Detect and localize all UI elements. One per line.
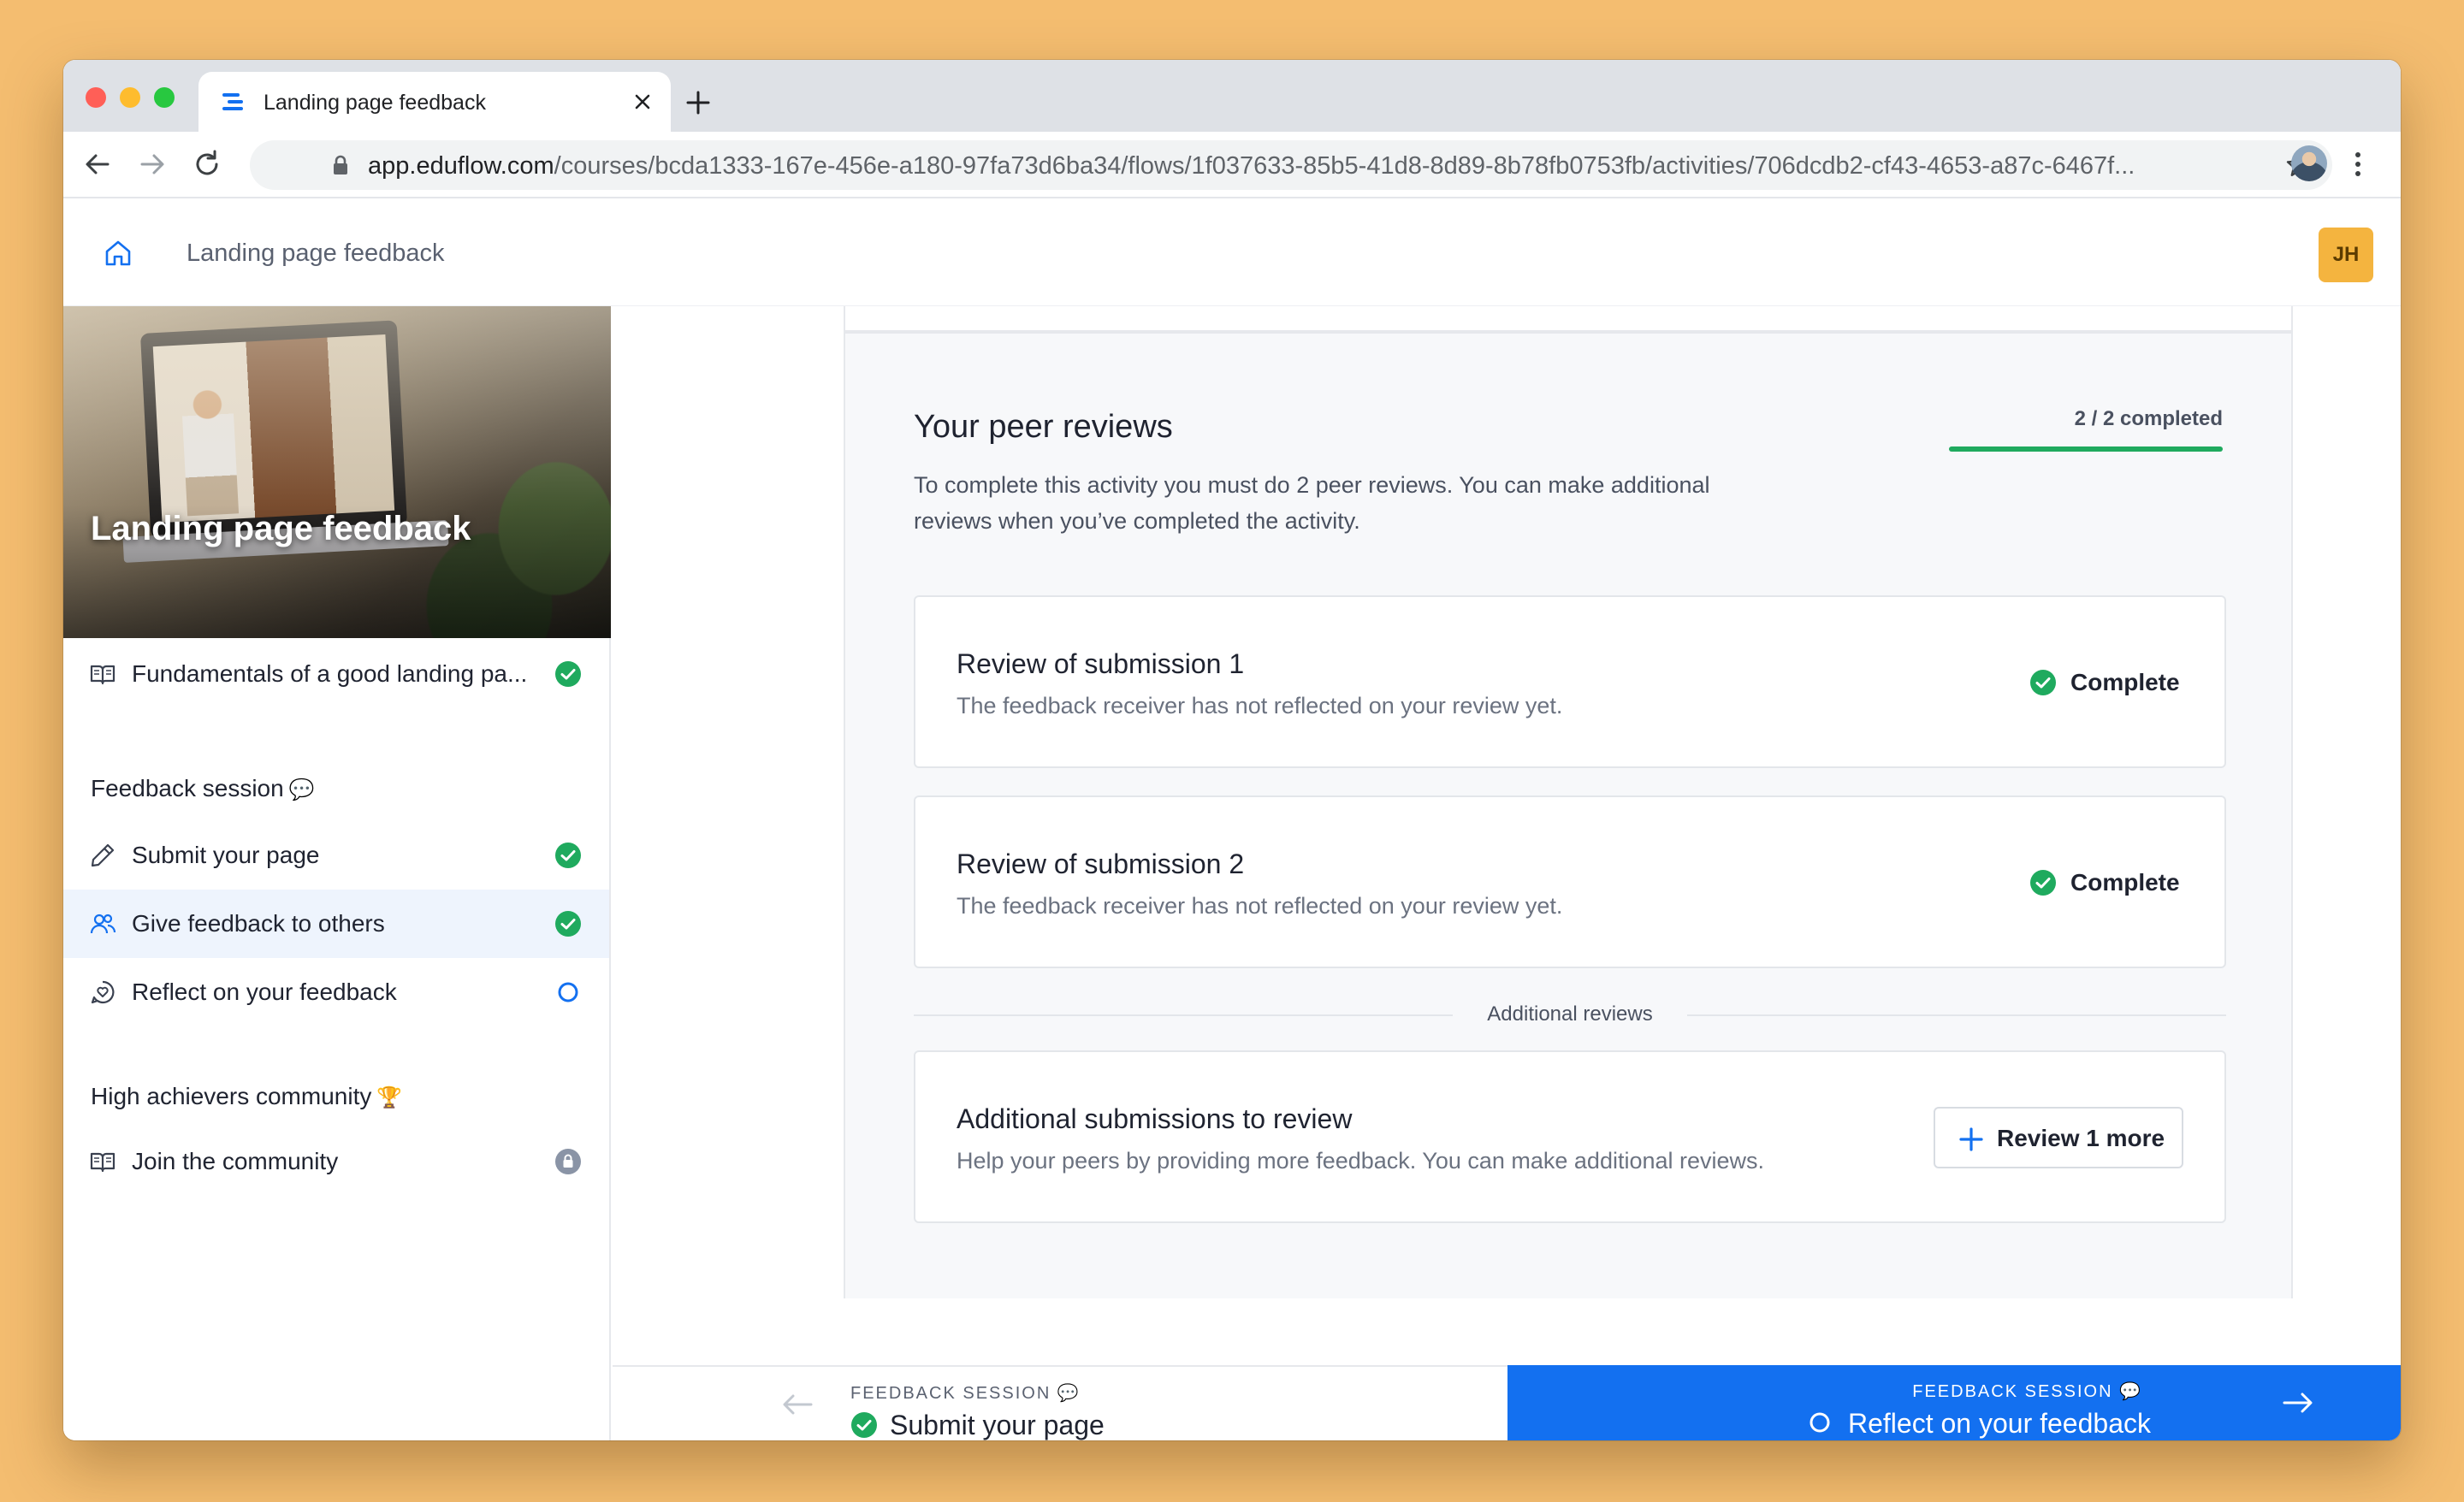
sidebar-item-submit-your-page[interactable]: Submit your page xyxy=(63,821,609,890)
sidebar-item-join-community[interactable]: Join the community xyxy=(63,1127,609,1196)
lock-icon xyxy=(334,155,347,174)
new-tab-icon[interactable] xyxy=(683,87,714,118)
plus-icon xyxy=(1959,1127,1983,1151)
previous-activity-label: Submit your page xyxy=(890,1410,1105,1440)
arrow-left-icon xyxy=(783,1394,813,1415)
breadcrumb-course-title[interactable]: Landing page feedback xyxy=(187,239,445,268)
additional-subtitle: Help your peers by providing more feedba… xyxy=(957,1148,1765,1174)
sidebar-item-reflect[interactable]: Reflect on your feedback xyxy=(63,958,609,1026)
page-title: Your peer reviews xyxy=(914,409,1173,445)
next-activity-link[interactable]: FEEDBACK SESSION 💬 Reflect on your feedb… xyxy=(1507,1365,2401,1440)
book-icon xyxy=(90,665,116,685)
next-kicker: FEEDBACK SESSION 💬 xyxy=(1912,1382,2142,1401)
close-window-button[interactable] xyxy=(86,87,106,108)
previous-kicker: FEEDBACK SESSION 💬 xyxy=(850,1384,1081,1403)
check-circle-icon xyxy=(2030,670,2056,695)
close-tab-icon[interactable] xyxy=(630,89,655,115)
browser-toolbar: app.eduflow.com/courses/bcda1333-167e-45… xyxy=(63,132,2401,198)
sidebar-item-label: Give feedback to others xyxy=(132,910,385,937)
review-subtitle: The feedback receiver has not reflected … xyxy=(957,893,1563,919)
sidebar-item-fundamentals[interactable]: Fundamentals of a good landing pa... xyxy=(63,640,609,708)
empty-circle-icon xyxy=(558,982,578,1002)
zoom-window-button[interactable] xyxy=(154,87,175,108)
tab-title: Landing page feedback xyxy=(264,91,486,115)
forward-arrow-icon[interactable] xyxy=(135,147,169,181)
eduflow-logo-icon xyxy=(222,93,243,110)
previous-activity-link[interactable]: FEEDBACK SESSION 💬 Submit your page xyxy=(613,1365,1507,1440)
back-arrow-icon[interactable] xyxy=(80,147,115,181)
review-title: Review of submission 2 xyxy=(957,849,1245,879)
check-circle-icon xyxy=(555,661,581,687)
review-card-2[interactable]: Review of submission 2 The feedback rece… xyxy=(914,795,2226,968)
review-subtitle: The feedback receiver has not reflected … xyxy=(957,693,1563,718)
check-circle-icon xyxy=(555,843,581,868)
book-icon xyxy=(90,1152,116,1173)
peer-reviews-panel: Your peer reviews To complete this activ… xyxy=(844,332,2293,1298)
trophy-icon: 🏆 xyxy=(376,1086,403,1109)
speech-bubble-icon: 💬 xyxy=(288,778,315,801)
progress-bar xyxy=(1949,446,2223,452)
sidebar-item-label: Submit your page xyxy=(132,842,320,868)
activity-description: To complete this activity you must do 2 … xyxy=(914,472,1710,534)
url-text: app.eduflow.com/courses/bcda1333-167e-45… xyxy=(368,152,2135,180)
next-activity-label: Reflect on your feedback xyxy=(1848,1408,2151,1439)
hero-title: Landing page feedback xyxy=(91,510,471,547)
check-circle-icon xyxy=(2030,870,2056,896)
tab-strip: Landing page feedback xyxy=(63,60,2401,132)
status-badge: Complete xyxy=(2029,667,2183,698)
address-bar[interactable]: app.eduflow.com/courses/bcda1333-167e-45… xyxy=(250,140,2332,190)
status-badge: Complete xyxy=(2029,867,2183,898)
sidebar-item-label: Reflect on your feedback xyxy=(132,979,397,1005)
check-circle-icon xyxy=(851,1412,877,1438)
speech-bubble-icon: 💬 xyxy=(2119,1382,2142,1401)
profile-avatar[interactable] xyxy=(2291,145,2327,181)
sidebar: Landing page feedback Fundamentals of a … xyxy=(63,306,611,1440)
chat-heart-icon xyxy=(91,980,115,1004)
divider-label: Additional reviews xyxy=(1461,1002,1679,1026)
lock-icon xyxy=(555,1149,581,1174)
sidebar-item-label: Fundamentals of a good landing pa... xyxy=(132,660,528,687)
browser-window: Landing page feedback app.eduflow.com/co… xyxy=(63,60,2401,1440)
progress-label: 2 / 2 completed xyxy=(2074,407,2223,430)
browser-tab[interactable]: Landing page feedback xyxy=(198,72,671,132)
check-circle-icon xyxy=(555,911,581,937)
speech-bubble-icon: 💬 xyxy=(1057,1384,1081,1403)
sidebar-item-give-feedback[interactable]: Give feedback to others xyxy=(63,890,609,958)
empty-circle-icon xyxy=(1810,1412,1830,1433)
course-hero-image: Landing page feedback xyxy=(63,306,611,638)
browser-menu-icon[interactable] xyxy=(2348,147,2368,181)
additional-title: Additional submissions to review xyxy=(957,1103,1353,1134)
app-header: Landing page feedback JH xyxy=(63,198,2401,306)
arrow-right-icon xyxy=(2283,1393,2313,1413)
minimize-window-button[interactable] xyxy=(120,87,140,108)
additional-reviews-divider: Additional reviews xyxy=(914,997,2226,1032)
pencil-icon xyxy=(91,843,115,867)
main-content: Your peer reviews To complete this activ… xyxy=(613,306,2401,1365)
additional-submissions-card: Additional submissions to review Help yo… xyxy=(914,1050,2226,1223)
users-icon xyxy=(90,914,116,934)
sidebar-item-label: Join the community xyxy=(132,1148,339,1174)
section-title-feedback-session: Feedback session 💬 xyxy=(91,775,315,801)
review-title: Review of submission 1 xyxy=(957,648,1245,679)
user-avatar[interactable]: JH xyxy=(2319,228,2373,282)
section-title-high-achievers: High achievers community 🏆 xyxy=(91,1083,403,1109)
home-icon[interactable] xyxy=(103,238,133,269)
reload-icon[interactable] xyxy=(190,147,224,181)
review-more-button[interactable]: Review 1 more xyxy=(1934,1107,2183,1168)
review-card-1[interactable]: Review of submission 1 The feedback rece… xyxy=(914,595,2226,768)
progress-bar-fill xyxy=(1949,446,2223,452)
